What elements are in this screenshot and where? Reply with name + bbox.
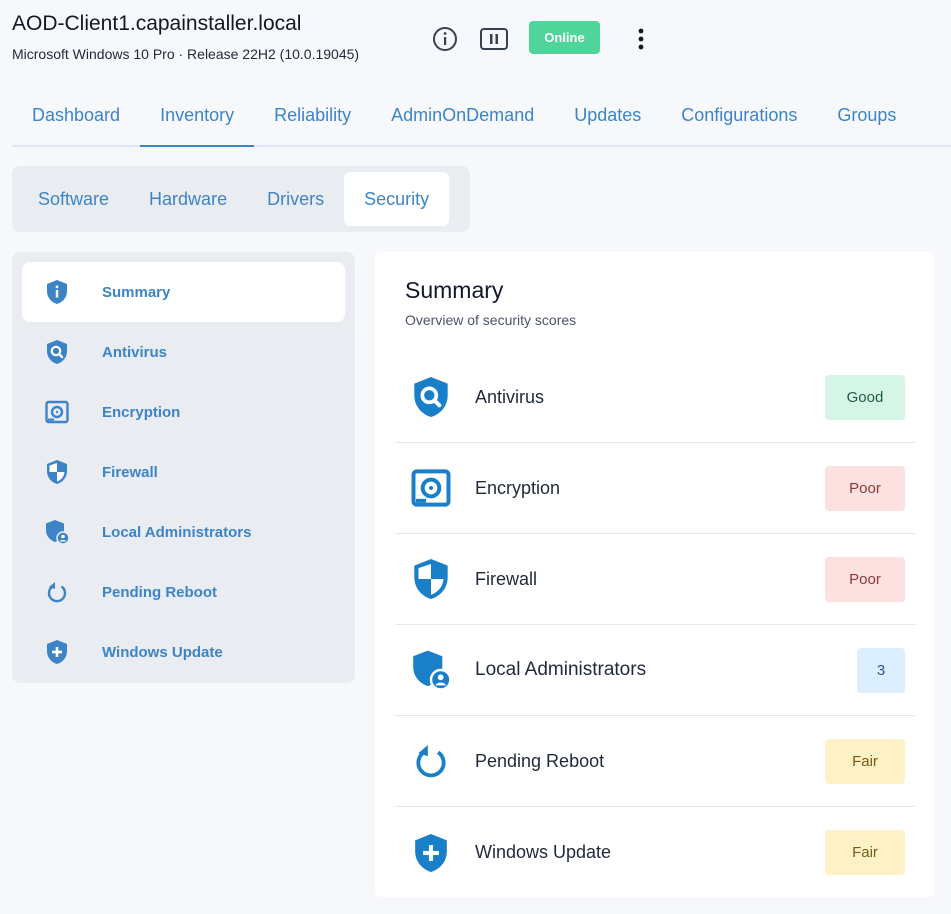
- inventory-sub-tab-bar: Software Hardware Drivers Security: [12, 166, 470, 232]
- refresh-icon: [44, 579, 70, 605]
- info-button[interactable]: [430, 24, 460, 54]
- pause-icon: [480, 28, 508, 50]
- score-row-windows-update: Windows Update Fair: [395, 807, 915, 898]
- sidebar-item-encryption[interactable]: Encryption: [22, 382, 345, 442]
- more-options-button[interactable]: [626, 24, 656, 54]
- shield-search-icon: [44, 339, 70, 365]
- info-icon: [433, 27, 457, 51]
- score-row-pending-reboot: Pending Reboot Fair: [395, 716, 915, 807]
- pause-button[interactable]: [479, 24, 509, 54]
- score-badge: Poor: [825, 556, 905, 602]
- score-label: Firewall: [475, 568, 538, 589]
- score-label: Windows Update: [475, 842, 612, 862]
- score-label: Pending Reboot: [475, 750, 605, 771]
- shield-user-icon: [44, 519, 70, 545]
- sidebar-item-label: Antivirus: [102, 343, 168, 361]
- refresh-icon: [409, 737, 453, 785]
- score-row-firewall: Firewall Poor: [395, 534, 915, 625]
- sidebar-item-label: Firewall: [102, 463, 158, 481]
- sidebar-item-antivirus[interactable]: Antivirus: [22, 322, 345, 382]
- tab-reliability[interactable]: Reliability: [254, 86, 371, 145]
- online-status-badge: Online: [529, 21, 600, 54]
- shield-plus-icon: [44, 639, 70, 665]
- sidebar-item-label: Encryption: [102, 403, 181, 421]
- score-badge: Poor: [825, 465, 905, 511]
- shield-info-icon: [44, 279, 70, 305]
- score-badge: Fair: [825, 830, 905, 875]
- score-label: Antivirus: [475, 386, 545, 407]
- shield-half-icon: [44, 459, 70, 485]
- subtab-drivers[interactable]: Drivers: [247, 172, 344, 226]
- shield-search-icon: [409, 373, 453, 421]
- sidebar-item-label: Windows Update: [102, 643, 223, 661]
- tab-inventory[interactable]: Inventory: [140, 86, 255, 147]
- score-row-encryption: Encryption Poor: [395, 443, 915, 534]
- tab-dashboard[interactable]: Dashboard: [12, 86, 140, 145]
- tab-groups[interactable]: Groups: [817, 86, 916, 145]
- subtab-software[interactable]: Software: [18, 172, 129, 226]
- sidebar-item-firewall[interactable]: Firewall: [22, 442, 345, 502]
- disk-icon: [409, 464, 453, 512]
- sidebar-item-label: Local Administrators: [102, 523, 252, 541]
- summary-subtitle: Overview of security scores: [405, 312, 577, 328]
- tab-updates[interactable]: Updates: [554, 86, 661, 145]
- device-os-info: Microsoft Windows 10 Pro · Release 22H2 …: [12, 46, 360, 62]
- sidebar-item-summary[interactable]: Summary: [22, 262, 345, 322]
- subtab-security[interactable]: Security: [344, 172, 450, 226]
- sidebar-item-pending-reboot[interactable]: Pending Reboot: [22, 562, 345, 622]
- sidebar-item-label: Pending Reboot: [102, 583, 217, 601]
- sidebar-item-windows-update[interactable]: Windows Update: [22, 622, 345, 682]
- security-sidebar: Summary Antivirus Encryption Firewall Lo…: [12, 252, 355, 683]
- device-hostname: AOD-Client1.capainstaller.local: [12, 12, 302, 35]
- shield-plus-icon: [409, 829, 453, 877]
- score-row-local-administrators: Local Administrators 3: [395, 625, 915, 716]
- score-badge: 3: [857, 647, 905, 693]
- score-row-antivirus: Antivirus Good: [395, 352, 915, 443]
- security-summary-card: Summary Overview of security scores Anti…: [375, 252, 934, 897]
- main-tab-bar: Dashboard Inventory Reliability AdminOnD…: [12, 86, 951, 147]
- sidebar-item-local-administrators[interactable]: Local Administrators: [22, 502, 345, 562]
- disk-icon: [44, 399, 70, 425]
- tab-adminondemand[interactable]: AdminOnDemand: [371, 86, 554, 145]
- sidebar-item-label: Summary: [102, 283, 171, 301]
- score-badge: Good: [825, 374, 905, 420]
- shield-user-icon: [409, 646, 453, 694]
- tab-configurations[interactable]: Configurations: [661, 86, 817, 145]
- device-header: AOD-Client1.capainstaller.local Microsof…: [12, 12, 932, 72]
- score-label: Local Administrators: [475, 659, 647, 680]
- summary-title: Summary: [405, 277, 504, 303]
- shield-half-icon: [409, 555, 453, 603]
- score-label: Encryption: [475, 477, 561, 498]
- subtab-hardware[interactable]: Hardware: [129, 172, 247, 226]
- score-badge: Fair: [825, 738, 905, 784]
- more-vertical-icon: [638, 28, 644, 50]
- security-score-list: Antivirus Good Encryption Poor Firewall …: [395, 352, 915, 898]
